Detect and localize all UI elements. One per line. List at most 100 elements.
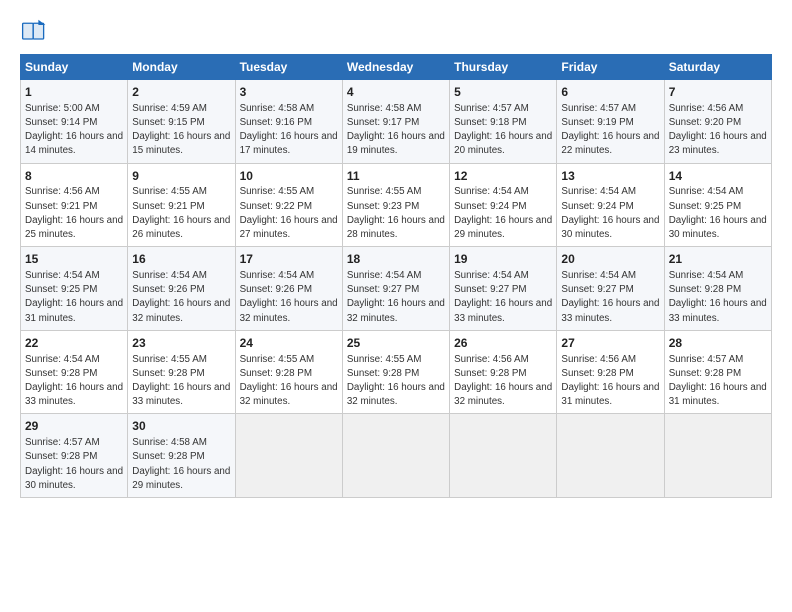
day-number: 10 <box>240 168 338 185</box>
day-number: 5 <box>454 84 552 101</box>
day-info: Sunrise: 4:56 AMSunset: 9:28 PMDaylight:… <box>561 353 659 410</box>
calendar-day-cell: 2Sunrise: 4:59 AMSunset: 9:15 PMDaylight… <box>128 80 235 164</box>
day-info: Sunrise: 4:55 AMSunset: 9:28 PMDaylight:… <box>347 353 445 410</box>
calendar-day-cell: 4Sunrise: 4:58 AMSunset: 9:17 PMDaylight… <box>342 80 449 164</box>
calendar-day-cell: 25Sunrise: 4:55 AMSunset: 9:28 PMDayligh… <box>342 330 449 414</box>
day-number: 13 <box>561 168 659 185</box>
day-info: Sunrise: 4:54 AMSunset: 9:25 PMDaylight:… <box>669 185 767 242</box>
day-info: Sunrise: 4:55 AMSunset: 9:22 PMDaylight:… <box>240 185 338 242</box>
calendar-day-cell: 19Sunrise: 4:54 AMSunset: 9:27 PMDayligh… <box>450 247 557 331</box>
day-info: Sunrise: 4:57 AMSunset: 9:18 PMDaylight:… <box>454 102 552 159</box>
weekday-wednesday: Wednesday <box>342 55 449 80</box>
calendar-day-cell: 1Sunrise: 5:00 AMSunset: 9:14 PMDaylight… <box>21 80 128 164</box>
day-number: 21 <box>669 251 767 268</box>
calendar-week-row: 1Sunrise: 5:00 AMSunset: 9:14 PMDaylight… <box>21 80 772 164</box>
calendar-day-cell: 22Sunrise: 4:54 AMSunset: 9:28 PMDayligh… <box>21 330 128 414</box>
day-info: Sunrise: 4:58 AMSunset: 9:16 PMDaylight:… <box>240 102 338 159</box>
calendar-day-cell <box>342 414 449 498</box>
weekday-monday: Monday <box>128 55 235 80</box>
day-number: 16 <box>132 251 230 268</box>
calendar-day-cell: 17Sunrise: 4:54 AMSunset: 9:26 PMDayligh… <box>235 247 342 331</box>
day-info: Sunrise: 4:54 AMSunset: 9:28 PMDaylight:… <box>669 269 767 326</box>
day-number: 14 <box>669 168 767 185</box>
day-info: Sunrise: 4:56 AMSunset: 9:28 PMDaylight:… <box>454 353 552 410</box>
day-number: 20 <box>561 251 659 268</box>
calendar-day-cell: 21Sunrise: 4:54 AMSunset: 9:28 PMDayligh… <box>664 247 771 331</box>
day-number: 29 <box>25 418 123 435</box>
calendar-day-cell: 8Sunrise: 4:56 AMSunset: 9:21 PMDaylight… <box>21 163 128 247</box>
calendar-day-cell: 27Sunrise: 4:56 AMSunset: 9:28 PMDayligh… <box>557 330 664 414</box>
header <box>20 18 772 46</box>
day-info: Sunrise: 5:00 AMSunset: 9:14 PMDaylight:… <box>25 102 123 159</box>
day-info: Sunrise: 4:57 AMSunset: 9:19 PMDaylight:… <box>561 102 659 159</box>
day-info: Sunrise: 4:54 AMSunset: 9:24 PMDaylight:… <box>454 185 552 242</box>
calendar-day-cell: 5Sunrise: 4:57 AMSunset: 9:18 PMDaylight… <box>450 80 557 164</box>
day-info: Sunrise: 4:55 AMSunset: 9:28 PMDaylight:… <box>240 353 338 410</box>
calendar-day-cell: 15Sunrise: 4:54 AMSunset: 9:25 PMDayligh… <box>21 247 128 331</box>
day-info: Sunrise: 4:54 AMSunset: 9:27 PMDaylight:… <box>347 269 445 326</box>
page: SundayMondayTuesdayWednesdayThursdayFrid… <box>0 0 792 612</box>
day-info: Sunrise: 4:55 AMSunset: 9:28 PMDaylight:… <box>132 353 230 410</box>
calendar-day-cell: 14Sunrise: 4:54 AMSunset: 9:25 PMDayligh… <box>664 163 771 247</box>
day-info: Sunrise: 4:58 AMSunset: 9:28 PMDaylight:… <box>132 436 230 493</box>
calendar-week-row: 8Sunrise: 4:56 AMSunset: 9:21 PMDaylight… <box>21 163 772 247</box>
calendar-day-cell: 16Sunrise: 4:54 AMSunset: 9:26 PMDayligh… <box>128 247 235 331</box>
day-info: Sunrise: 4:56 AMSunset: 9:20 PMDaylight:… <box>669 102 767 159</box>
day-number: 28 <box>669 335 767 352</box>
calendar-day-cell: 10Sunrise: 4:55 AMSunset: 9:22 PMDayligh… <box>235 163 342 247</box>
day-number: 11 <box>347 168 445 185</box>
day-info: Sunrise: 4:57 AMSunset: 9:28 PMDaylight:… <box>669 353 767 410</box>
calendar-week-row: 29Sunrise: 4:57 AMSunset: 9:28 PMDayligh… <box>21 414 772 498</box>
logo <box>20 18 52 46</box>
day-number: 12 <box>454 168 552 185</box>
day-number: 19 <box>454 251 552 268</box>
day-info: Sunrise: 4:54 AMSunset: 9:26 PMDaylight:… <box>132 269 230 326</box>
day-info: Sunrise: 4:54 AMSunset: 9:27 PMDaylight:… <box>561 269 659 326</box>
day-info: Sunrise: 4:54 AMSunset: 9:24 PMDaylight:… <box>561 185 659 242</box>
day-number: 22 <box>25 335 123 352</box>
calendar-day-cell: 12Sunrise: 4:54 AMSunset: 9:24 PMDayligh… <box>450 163 557 247</box>
weekday-saturday: Saturday <box>664 55 771 80</box>
calendar-day-cell <box>664 414 771 498</box>
day-info: Sunrise: 4:57 AMSunset: 9:28 PMDaylight:… <box>25 436 123 493</box>
day-info: Sunrise: 4:59 AMSunset: 9:15 PMDaylight:… <box>132 102 230 159</box>
day-number: 25 <box>347 335 445 352</box>
calendar-day-cell: 13Sunrise: 4:54 AMSunset: 9:24 PMDayligh… <box>557 163 664 247</box>
day-number: 27 <box>561 335 659 352</box>
day-info: Sunrise: 4:54 AMSunset: 9:28 PMDaylight:… <box>25 353 123 410</box>
day-info: Sunrise: 4:54 AMSunset: 9:25 PMDaylight:… <box>25 269 123 326</box>
day-number: 18 <box>347 251 445 268</box>
calendar-day-cell: 20Sunrise: 4:54 AMSunset: 9:27 PMDayligh… <box>557 247 664 331</box>
calendar-day-cell: 29Sunrise: 4:57 AMSunset: 9:28 PMDayligh… <box>21 414 128 498</box>
day-number: 1 <box>25 84 123 101</box>
weekday-sunday: Sunday <box>21 55 128 80</box>
calendar-day-cell <box>557 414 664 498</box>
calendar-week-row: 15Sunrise: 4:54 AMSunset: 9:25 PMDayligh… <box>21 247 772 331</box>
calendar-table: SundayMondayTuesdayWednesdayThursdayFrid… <box>20 54 772 498</box>
day-info: Sunrise: 4:58 AMSunset: 9:17 PMDaylight:… <box>347 102 445 159</box>
day-info: Sunrise: 4:55 AMSunset: 9:21 PMDaylight:… <box>132 185 230 242</box>
day-number: 8 <box>25 168 123 185</box>
calendar-day-cell <box>235 414 342 498</box>
calendar-day-cell: 18Sunrise: 4:54 AMSunset: 9:27 PMDayligh… <box>342 247 449 331</box>
calendar-day-cell: 23Sunrise: 4:55 AMSunset: 9:28 PMDayligh… <box>128 330 235 414</box>
day-number: 9 <box>132 168 230 185</box>
calendar-day-cell: 6Sunrise: 4:57 AMSunset: 9:19 PMDaylight… <box>557 80 664 164</box>
calendar-day-cell: 11Sunrise: 4:55 AMSunset: 9:23 PMDayligh… <box>342 163 449 247</box>
day-info: Sunrise: 4:55 AMSunset: 9:23 PMDaylight:… <box>347 185 445 242</box>
calendar-day-cell: 9Sunrise: 4:55 AMSunset: 9:21 PMDaylight… <box>128 163 235 247</box>
calendar-day-cell <box>450 414 557 498</box>
day-number: 2 <box>132 84 230 101</box>
weekday-thursday: Thursday <box>450 55 557 80</box>
day-number: 4 <box>347 84 445 101</box>
logo-icon <box>20 18 48 46</box>
day-info: Sunrise: 4:56 AMSunset: 9:21 PMDaylight:… <box>25 185 123 242</box>
day-number: 30 <box>132 418 230 435</box>
calendar-day-cell: 26Sunrise: 4:56 AMSunset: 9:28 PMDayligh… <box>450 330 557 414</box>
calendar-day-cell: 3Sunrise: 4:58 AMSunset: 9:16 PMDaylight… <box>235 80 342 164</box>
calendar-week-row: 22Sunrise: 4:54 AMSunset: 9:28 PMDayligh… <box>21 330 772 414</box>
calendar-day-cell: 28Sunrise: 4:57 AMSunset: 9:28 PMDayligh… <box>664 330 771 414</box>
weekday-tuesday: Tuesday <box>235 55 342 80</box>
weekday-header-row: SundayMondayTuesdayWednesdayThursdayFrid… <box>21 55 772 80</box>
day-info: Sunrise: 4:54 AMSunset: 9:27 PMDaylight:… <box>454 269 552 326</box>
